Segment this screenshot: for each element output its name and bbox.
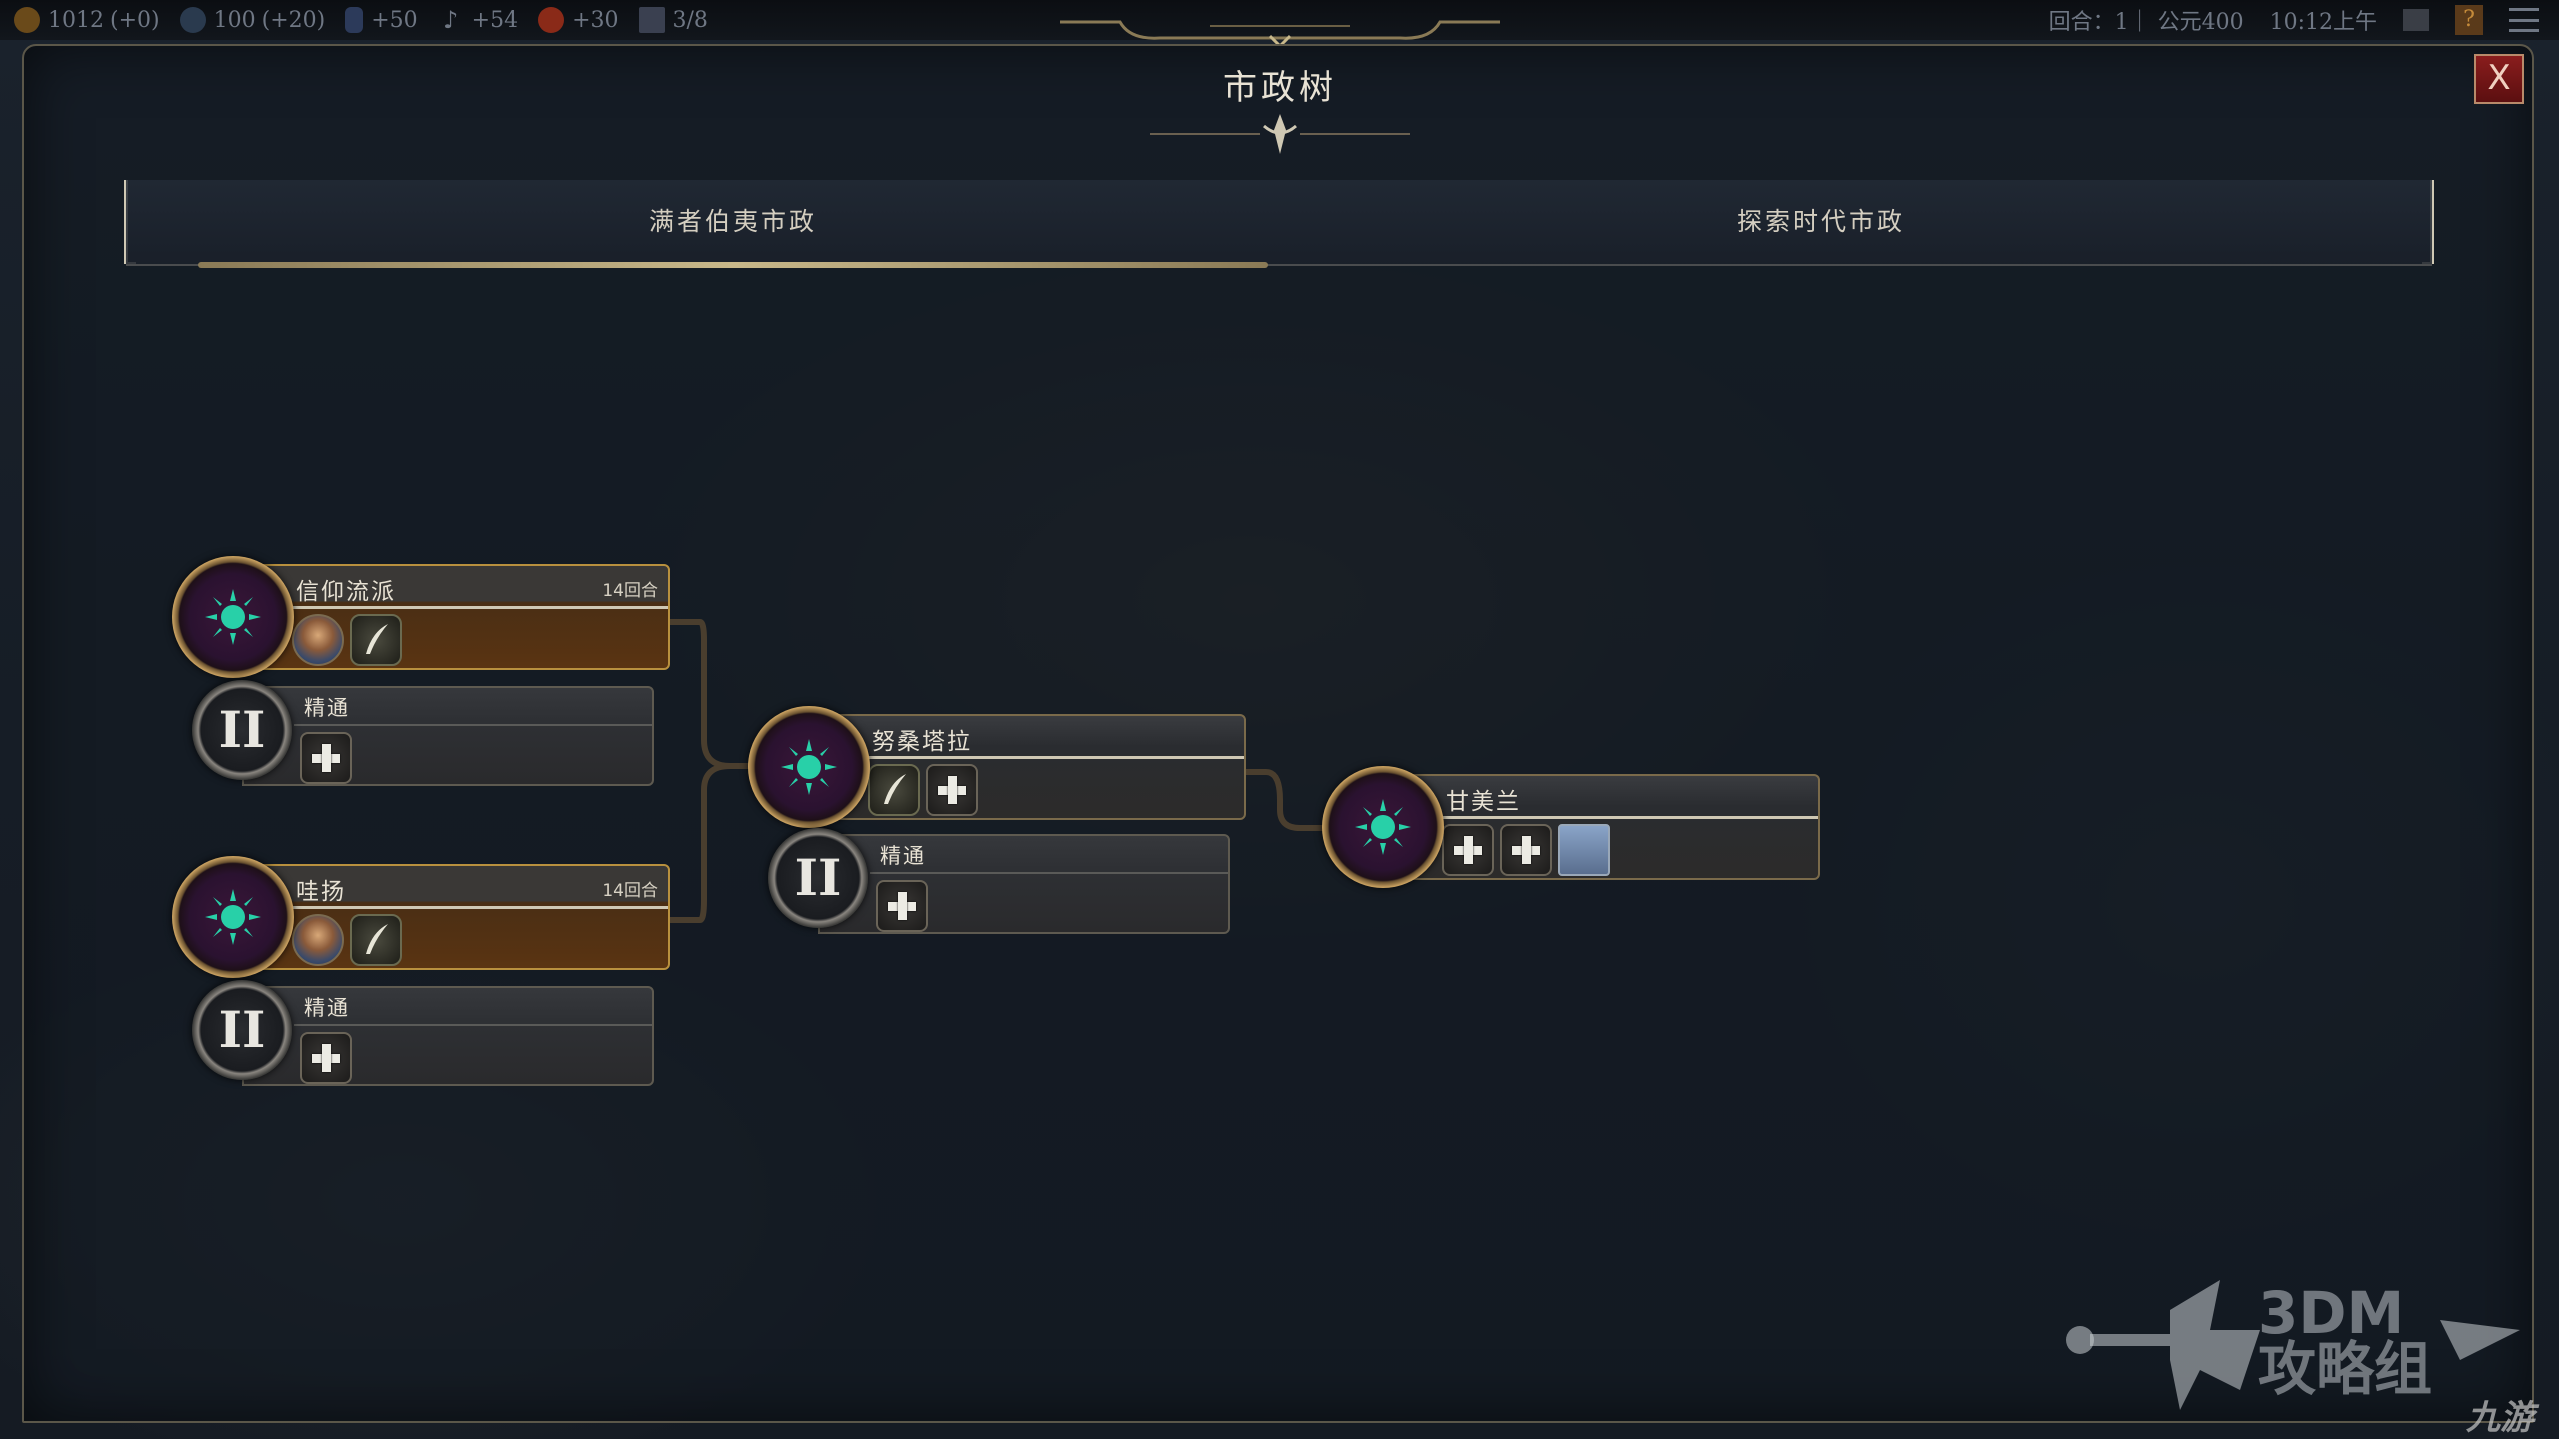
mastery-card: 精通 bbox=[242, 686, 654, 786]
watermark-site: 九游 bbox=[2466, 1398, 2534, 1438]
watermark-text: 3DM 攻略组 bbox=[2258, 1279, 2433, 1403]
plus-bonus-icon[interactable] bbox=[1442, 824, 1494, 876]
civic-turns: 14回合 bbox=[602, 581, 658, 601]
wonder-building-icon[interactable] bbox=[1558, 824, 1610, 876]
mastery-level-badge: II bbox=[192, 680, 292, 780]
divider bbox=[1434, 816, 1818, 819]
mastery-level-badge: II bbox=[192, 980, 292, 1080]
civic-name: 甘美兰 bbox=[1446, 789, 1521, 815]
civic-name: 努桑塔拉 bbox=[872, 729, 972, 755]
plus-bonus-icon[interactable] bbox=[300, 1032, 352, 1084]
quill-icon[interactable] bbox=[350, 914, 402, 966]
divider bbox=[284, 906, 668, 909]
civic-unlocks bbox=[1442, 824, 1610, 876]
civic-name: 哇扬 bbox=[296, 879, 346, 905]
plus-bonus-icon[interactable] bbox=[926, 764, 978, 816]
civic-unlocks bbox=[292, 914, 402, 966]
civic-unlocks bbox=[292, 614, 402, 666]
divider bbox=[860, 756, 1244, 759]
divider bbox=[294, 1024, 652, 1026]
civic-medal-icon bbox=[172, 856, 294, 978]
watermark-line1: 3DM bbox=[2258, 1279, 2405, 1347]
plus-bonus-icon[interactable] bbox=[876, 880, 928, 932]
quill-icon[interactable] bbox=[350, 614, 402, 666]
divider bbox=[284, 606, 668, 609]
mastery-level-badge: II bbox=[768, 828, 868, 928]
civic-name: 信仰流派 bbox=[296, 579, 396, 605]
mastery-unlocks bbox=[876, 880, 928, 932]
civic-unlocks bbox=[868, 764, 978, 816]
mastery-name: 精通 bbox=[880, 844, 926, 868]
civic-medal-icon bbox=[1322, 766, 1444, 888]
watermark-line2: 攻略组 bbox=[2258, 1335, 2433, 1403]
mastery-card: 精通 bbox=[818, 834, 1230, 934]
mastery-unlocks bbox=[300, 732, 352, 784]
divider bbox=[294, 724, 652, 726]
mastery-card: 精通 bbox=[242, 986, 654, 1086]
great-person-icon[interactable] bbox=[292, 614, 344, 666]
divider bbox=[870, 872, 1228, 874]
civic-medal-icon bbox=[172, 556, 294, 678]
mastery-unlocks bbox=[300, 1032, 352, 1084]
great-person-icon[interactable] bbox=[292, 914, 344, 966]
civic-medal-icon bbox=[748, 706, 870, 828]
civic-turns: 14回合 bbox=[602, 881, 658, 901]
plus-bonus-icon[interactable] bbox=[300, 732, 352, 784]
plus-bonus-icon[interactable] bbox=[1500, 824, 1552, 876]
mastery-name: 精通 bbox=[304, 696, 350, 720]
quill-icon[interactable] bbox=[868, 764, 920, 816]
mastery-name: 精通 bbox=[304, 996, 350, 1020]
